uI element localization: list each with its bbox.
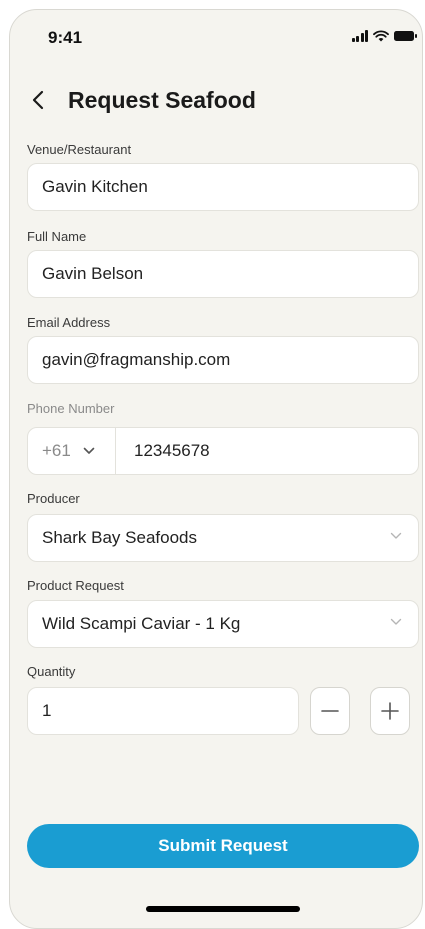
venue-value: Gavin Kitchen bbox=[42, 177, 148, 196]
status-icons bbox=[351, 30, 417, 42]
home-indicator bbox=[146, 906, 300, 912]
header: Request Seafood bbox=[32, 82, 256, 118]
full-name-field[interactable]: Gavin Belson bbox=[27, 250, 419, 298]
phone-field: +61 12345678 bbox=[27, 427, 419, 475]
quantity-value: 1 bbox=[42, 701, 52, 720]
battery-icon bbox=[394, 31, 417, 41]
back-arrow-icon[interactable] bbox=[32, 88, 54, 112]
submit-request-button[interactable]: Submit Request bbox=[27, 824, 419, 868]
quantity-increment-button[interactable] bbox=[370, 687, 410, 735]
email-value: gavin@fragmanship.com bbox=[42, 350, 231, 369]
full-name-label: Full Name bbox=[27, 229, 87, 244]
wifi-icon bbox=[373, 30, 389, 42]
email-label: Email Address bbox=[27, 315, 111, 330]
status-time: 9:41 bbox=[48, 28, 83, 47]
email-field[interactable]: gavin@fragmanship.com bbox=[27, 336, 419, 384]
full-name-value: Gavin Belson bbox=[42, 264, 144, 283]
chevron-down-icon bbox=[83, 447, 95, 454]
producer-select[interactable]: Shark Bay Seafoods bbox=[27, 514, 419, 562]
quantity-label: Quantity bbox=[27, 664, 76, 679]
submit-label: Submit Request bbox=[158, 836, 288, 855]
phone-number-input[interactable]: 12345678 bbox=[116, 441, 210, 461]
venue-label: Venue/Restaurant bbox=[27, 142, 132, 157]
chevron-down-icon bbox=[390, 532, 402, 539]
phone-label: Phone Number bbox=[27, 401, 115, 416]
quantity-decrement-button[interactable] bbox=[310, 687, 350, 735]
producer-label: Producer bbox=[27, 491, 80, 506]
page-title: Request Seafood bbox=[68, 86, 256, 113]
product-value: Wild Scampi Caviar - 1 Kg bbox=[42, 614, 241, 633]
product-label: Product Request bbox=[27, 578, 124, 593]
quantity-input[interactable]: 1 bbox=[27, 687, 299, 735]
chevron-down-icon bbox=[390, 618, 402, 625]
venue-field[interactable]: Gavin Kitchen bbox=[27, 163, 419, 211]
plus-icon bbox=[381, 702, 399, 720]
product-select[interactable]: Wild Scampi Caviar - 1 Kg bbox=[27, 600, 419, 648]
producer-value: Shark Bay Seafoods bbox=[42, 528, 197, 547]
country-code-value: +61 bbox=[42, 441, 71, 460]
cellular-signal-icon bbox=[351, 30, 368, 42]
country-code-select[interactable]: +61 bbox=[28, 428, 116, 474]
phone-frame: 9:41 Request Seafood Venue/Restaurant Ga… bbox=[9, 9, 423, 929]
minus-icon bbox=[321, 710, 339, 712]
status-bar: 9:41 bbox=[10, 10, 422, 60]
